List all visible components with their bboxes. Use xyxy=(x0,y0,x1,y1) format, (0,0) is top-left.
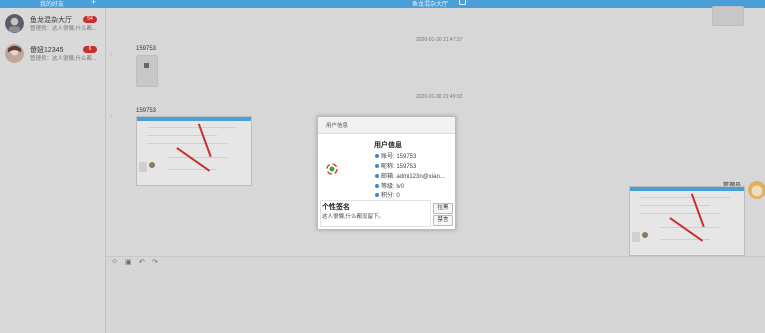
contact-preview: 管理员：这人很懒,什么都... xyxy=(30,26,97,32)
unread-badge: 6 xyxy=(83,46,97,53)
add-button[interactable]: + xyxy=(91,0,96,7)
screenshot-message[interactable] xyxy=(136,116,252,186)
avatar xyxy=(5,44,24,63)
avatar xyxy=(748,181,765,199)
redo-icon[interactable]: ↷ xyxy=(152,258,158,266)
message-timestamp: 2020-01-30 21:47:37 xyxy=(416,37,463,43)
message-input[interactable] xyxy=(106,266,765,333)
external-link-icon[interactable] xyxy=(459,0,466,5)
user-avatar xyxy=(326,163,338,175)
contact-sidebar: 鱼龙混杂大厅 管理员：这人很懒,什么都... 54 傻妞12345 管理员：这人… xyxy=(0,8,106,333)
unread-badge: 54 xyxy=(83,16,97,23)
file-icon xyxy=(144,63,149,68)
message-timestamp: 2020-01-30 21:49:02 xyxy=(416,94,463,100)
signature-text: 这人很懒,什么都没留下。 xyxy=(322,214,385,220)
contact-preview: 管理员：这人很懒,什么都... xyxy=(30,56,97,62)
image-message[interactable] xyxy=(712,6,744,26)
avatar xyxy=(5,14,24,33)
chat-title: 鱼龙混杂大厅 xyxy=(412,2,449,8)
info-email: 邮箱: admi123n@xian... xyxy=(375,171,445,180)
message-sender: 159753 xyxy=(136,108,157,114)
undo-icon[interactable]: ↶ xyxy=(139,258,145,266)
dialog-title: 用户信息 xyxy=(326,123,349,129)
contact-item[interactable]: 鱼龙混杂大厅 管理员：这人很懒,什么都... 54 xyxy=(0,12,106,37)
image-icon[interactable]: ▣ xyxy=(125,258,132,266)
info-nickname: 昵称: 159753 xyxy=(375,161,416,170)
dialog-header: 用户信息 xyxy=(318,117,455,134)
image-message[interactable] xyxy=(136,55,158,87)
info-account: 账号: 159753 xyxy=(375,151,416,160)
user-info-dialog: 用户信息 用户信息 账号: 159753 昵称: 159753 邮箱: admi… xyxy=(317,116,456,230)
signature-heading: 个性签名 xyxy=(322,204,350,211)
info-level: 等级: lv0 xyxy=(375,181,404,190)
top-bar xyxy=(0,0,765,8)
screenshot-message[interactable] xyxy=(629,186,745,256)
info-points: 积分: 0 xyxy=(375,190,400,199)
message-sender: 159753 xyxy=(136,46,157,52)
emoji-icon[interactable]: ☺ xyxy=(111,258,118,265)
friends-tab[interactable]: 我的好友 xyxy=(40,0,64,8)
message-marker: ' xyxy=(111,54,113,60)
contact-item[interactable]: 傻妞12345 管理员：这人很懒,什么都... 6 xyxy=(0,42,106,67)
info-heading: 用户信息 xyxy=(374,142,402,149)
message-marker: ' xyxy=(111,116,113,122)
block-button[interactable]: 拉黑 xyxy=(433,203,453,214)
mute-button[interactable]: 禁言 xyxy=(433,215,453,226)
